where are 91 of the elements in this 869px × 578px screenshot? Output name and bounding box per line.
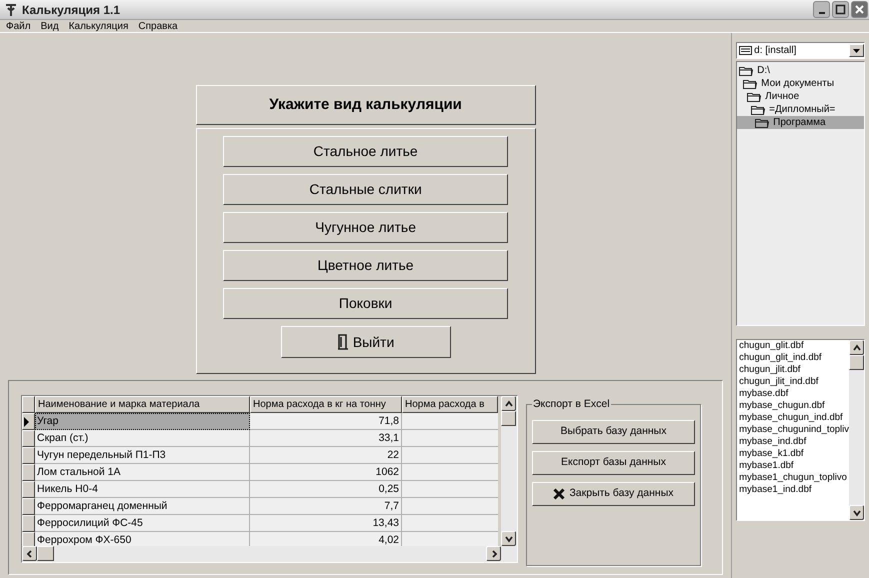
table-cell: Угар [35, 413, 250, 430]
folder-icon [739, 66, 754, 76]
column-header[interactable]: Норма расхода в кг на тонну [250, 396, 402, 413]
menu-item[interactable]: Файл [6, 18, 31, 34]
folder-tree-item[interactable]: D:\ [737, 64, 864, 77]
file-item[interactable]: mybase1.dbf [739, 460, 794, 472]
column-header[interactable]: Наименование и марка материала [35, 396, 250, 413]
database-button[interactable]: Експорт базы данных [532, 451, 695, 475]
maximize-icon [835, 4, 846, 15]
file-item[interactable]: chugun_glit.dbf [739, 340, 804, 352]
row-indicator[interactable] [22, 515, 35, 532]
table-cell: 71,8 [250, 413, 402, 430]
row-indicator[interactable] [22, 532, 35, 546]
file-item[interactable]: mybase_chugunind_topliv [739, 424, 849, 436]
folder-tree-item[interactable]: =Дипломный= [737, 103, 864, 116]
row-indicator[interactable] [22, 498, 35, 515]
scroll-thumb[interactable] [849, 355, 864, 370]
file-item[interactable]: mybase_chugun.dbf [739, 400, 825, 412]
folder-icon [751, 104, 766, 114]
scroll-arrow-button[interactable] [849, 505, 864, 520]
current-row-icon [23, 416, 30, 426]
table-cell: 22 [250, 447, 402, 464]
table-cell: Феррохром ФХ-650 [35, 532, 250, 546]
vertical-scrollbar[interactable] [501, 396, 517, 546]
file-item[interactable]: mybase_ind.dbf [739, 436, 806, 448]
calculation-button[interactable]: Стальные слитки [223, 174, 508, 205]
file-item[interactable]: mybase1_ind.dbf [739, 484, 812, 496]
table-cell: 13,43 [250, 515, 402, 532]
file-item[interactable]: mybase_chugun_ind.dbf [739, 412, 843, 424]
exit-button[interactable]: Выйти [280, 326, 451, 358]
scroll-arrow-button[interactable] [849, 340, 864, 355]
drive-select[interactable]: d: [install] [736, 42, 865, 59]
calculation-button[interactable]: Поковки [223, 288, 508, 319]
column-header[interactable]: Норма расхода в [402, 396, 498, 413]
row-indicator[interactable] [22, 413, 35, 430]
vertical-scrollbar[interactable] [849, 340, 864, 520]
scroll-thumb[interactable] [501, 411, 516, 426]
row-indicator[interactable] [22, 430, 35, 447]
scroll-arrow-button[interactable] [501, 531, 516, 546]
menu-item[interactable]: Справка [138, 18, 178, 34]
table-cell: Никель Н0-4 [35, 481, 250, 498]
table-cell: 4,02 [250, 532, 402, 546]
drive-icon [739, 46, 752, 55]
folder-tree-item[interactable]: Личное [737, 90, 864, 103]
row-indicator[interactable] [22, 481, 35, 498]
database-button[interactable]: Выбрать базу данных [532, 420, 695, 444]
row-indicator[interactable] [22, 447, 35, 464]
close-icon [854, 4, 865, 15]
calculation-button[interactable]: Цветное литье [223, 250, 508, 281]
close-icon [553, 488, 566, 500]
calculation-button[interactable]: Чугунное литье [223, 212, 508, 243]
door-icon [336, 334, 349, 350]
table-cell: 1062 [250, 464, 402, 481]
horizontal-scrollbar[interactable] [22, 546, 517, 562]
minimize-icon [818, 12, 824, 14]
table-cell: Ферросилиций ФС-45 [35, 515, 250, 532]
app-icon [4, 2, 18, 16]
calculation-button[interactable]: Стальное литье [223, 136, 508, 167]
folder-tree-item[interactable]: Программа [737, 116, 864, 129]
menu-item[interactable]: Вид [40, 18, 59, 34]
table-cell: Чугун передельный П1-П3 [35, 447, 250, 464]
file-item[interactable]: mybase_k1.dbf [739, 448, 804, 460]
scroll-arrow-button[interactable] [22, 546, 37, 561]
dropdown-arrow-icon [853, 48, 860, 52]
file-item[interactable]: chugun_glit_ind.dbf [739, 352, 822, 364]
file-item[interactable]: chugun_jlit_ind.dbf [739, 376, 818, 388]
table-cell: Ферромарганец доменный [35, 498, 250, 515]
table-cell: Скрап (ст.) [35, 430, 250, 447]
folder-icon [747, 92, 762, 102]
folder-icon [743, 78, 758, 88]
file-item[interactable]: mybase.dbf [739, 388, 788, 400]
file-item[interactable]: chugun_jlit.dbf [739, 364, 800, 376]
table-cell: 33,1 [250, 430, 402, 447]
close-database-button[interactable]: Закрыть базу данных [532, 482, 695, 506]
scroll-arrow-button[interactable] [501, 396, 516, 411]
minimize-button[interactable] [813, 1, 830, 18]
close-button[interactable] [851, 1, 868, 18]
maximize-button[interactable] [832, 1, 849, 18]
row-indicator[interactable] [22, 464, 35, 481]
scroll-arrow-button[interactable] [486, 546, 501, 561]
folder-tree-item[interactable]: Мои документы [737, 77, 864, 90]
heading-panel: Укажите вид калькуляции [196, 85, 536, 125]
table-cell: Лом стальной 1А [35, 464, 250, 481]
table-cell: 0,25 [250, 481, 402, 498]
file-item[interactable]: mybase1_chugun_toplivo [739, 472, 847, 484]
group-title: Экспорт в Excel [532, 398, 611, 410]
scroll-thumb[interactable] [37, 546, 54, 561]
table-cell: 7,7 [250, 498, 402, 515]
folder-icon [755, 118, 770, 128]
menu-item[interactable]: Калькуляция [68, 18, 128, 34]
window-title: Калькуляция 1.1 [22, 2, 120, 18]
